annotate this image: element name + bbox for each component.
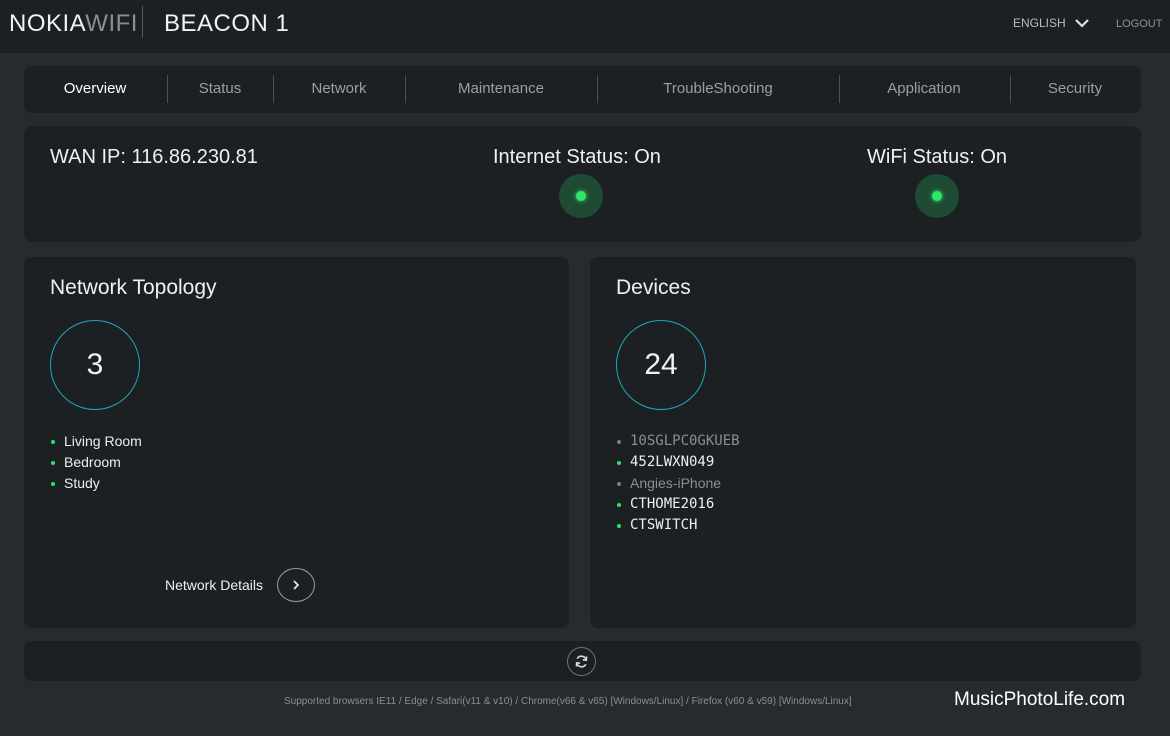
- list-item: CTSWITCH: [616, 515, 740, 536]
- refresh-bar: [24, 641, 1141, 681]
- list-item: 10SGLPC0GKUEB: [616, 431, 740, 452]
- list-item: Bedroom: [50, 452, 142, 473]
- nav-divider: [1010, 75, 1011, 103]
- network-details-link[interactable]: Network Details: [165, 568, 316, 602]
- devices-list: 10SGLPC0GKUEB 452LWXN049 Angies-iPhone C…: [616, 431, 740, 536]
- tab-troubleshooting[interactable]: TroubleShooting: [663, 66, 773, 113]
- list-item: Angies-iPhone: [616, 473, 740, 494]
- top-bar: NOKIAWIFI BEACON 1 ENGLISH LOGOUT: [0, 0, 1170, 53]
- tab-status[interactable]: Status: [199, 66, 242, 113]
- wan-status-panel: WAN IP: 116.86.230.81 Internet Status: O…: [24, 126, 1141, 242]
- network-topology-panel: Network Topology 3 Living Room Bedroom S…: [24, 257, 569, 628]
- watermark: MusicPhotoLife.com: [954, 689, 1126, 710]
- wifi-status-led-icon: [915, 174, 959, 218]
- tab-application[interactable]: Application: [887, 66, 960, 113]
- brand-logo: NOKIAWIFI: [9, 10, 138, 37]
- refresh-icon: [575, 655, 588, 668]
- nav-divider: [405, 75, 406, 103]
- list-item: Study: [50, 473, 142, 494]
- nav-divider: [597, 75, 598, 103]
- chevron-right-icon: [293, 580, 300, 590]
- language-selector[interactable]: ENGLISH: [1013, 16, 1090, 30]
- tab-network[interactable]: Network: [311, 66, 366, 113]
- chevron-down-icon: [1074, 19, 1089, 28]
- network-details-button[interactable]: [277, 568, 316, 602]
- nav-divider: [839, 75, 840, 103]
- list-item: Living Room: [50, 431, 142, 452]
- network-details-label: Network Details: [165, 577, 264, 593]
- internet-status: Internet Status: On: [493, 146, 661, 168]
- topology-list: Living Room Bedroom Study: [50, 431, 142, 494]
- devices-panel: Devices 24 10SGLPC0GKUEB 452LWXN049 Angi…: [590, 257, 1136, 628]
- network-topology-title: Network Topology: [50, 276, 217, 299]
- device-name: BEACON 1: [164, 10, 290, 37]
- tab-maintenance[interactable]: Maintenance: [458, 66, 544, 113]
- refresh-button[interactable]: [567, 647, 596, 676]
- internet-status-led-icon: [559, 174, 603, 218]
- list-item: CTHOME2016: [616, 494, 740, 515]
- tab-overview[interactable]: Overview: [64, 66, 127, 113]
- list-item: 452LWXN049: [616, 452, 740, 473]
- nav-divider: [273, 75, 274, 103]
- main-nav: Overview Status Network Maintenance Trou…: [24, 66, 1141, 113]
- topology-count: 3: [50, 320, 140, 410]
- wifi-status: WiFi Status: On: [867, 146, 1008, 168]
- devices-title: Devices: [616, 276, 691, 299]
- tab-security[interactable]: Security: [1048, 66, 1102, 113]
- wan-ip: WAN IP: 116.86.230.81: [50, 146, 258, 168]
- brand-divider: [142, 6, 143, 38]
- language-label: ENGLISH: [1013, 16, 1066, 30]
- supported-browsers-note: Supported browsers IE11 / Edge / Safari(…: [284, 696, 852, 707]
- logout-link[interactable]: LOGOUT: [1116, 18, 1162, 30]
- nav-divider: [167, 75, 168, 103]
- devices-count: 24: [616, 320, 706, 410]
